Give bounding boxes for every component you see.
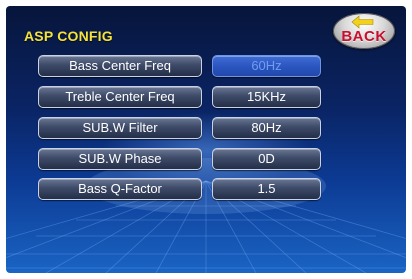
bass-q-factor-value[interactable]: 1.5 [212,178,321,200]
treble-center-freq-value[interactable]: 15KHz [212,86,321,108]
back-button-label: BACK [341,28,387,45]
subw-phase-button[interactable]: SUB.W Phase [38,148,202,170]
subw-filter-button[interactable]: SUB.W Filter [38,117,202,139]
bass-center-freq-button[interactable]: Bass Center Freq [38,55,202,77]
treble-center-freq-button[interactable]: Treble Center Freq [38,86,202,108]
asp-config-screen: ASP CONFIG BACK Bass Center Freq 60Hz Tr… [6,6,406,273]
subw-phase-value[interactable]: 0D [212,148,321,170]
back-arrow-icon [351,15,374,29]
page-title: ASP CONFIG [24,28,113,44]
subw-filter-value[interactable]: 80Hz [212,117,321,139]
bass-center-freq-value[interactable]: 60Hz [212,55,321,77]
bass-q-factor-button[interactable]: Bass Q-Factor [38,178,202,200]
back-button[interactable]: BACK [333,13,395,49]
